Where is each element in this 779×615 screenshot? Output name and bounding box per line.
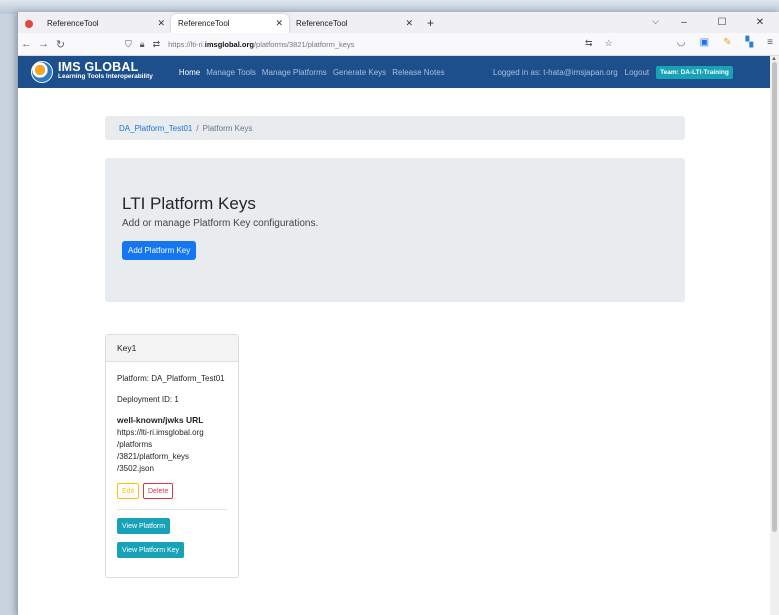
window-controls: – ☐ ✕ bbox=[665, 12, 779, 33]
tab-title: ReferenceTool bbox=[178, 19, 230, 28]
delete-button[interactable]: Delete bbox=[143, 483, 174, 499]
back-icon[interactable]: ← bbox=[18, 38, 35, 50]
nav-manage-platforms[interactable]: Manage Platforms bbox=[262, 68, 327, 77]
brush-extension-icon[interactable]: ✎ bbox=[723, 37, 731, 48]
site-logo[interactable]: IMS GLOBAL Learning Tools Interoperabili… bbox=[58, 60, 153, 81]
url-bar[interactable]: ⛉ 🔒︎ ⇄ https://lti-ri. imsglobal.org/plat… bbox=[125, 36, 595, 53]
pocket-icon[interactable]: ◡ bbox=[677, 37, 686, 48]
logged-in-text: Logged in as: t-hata@imsjapan.org bbox=[493, 67, 618, 77]
page-scrollbar[interactable]: ▲ bbox=[770, 56, 779, 615]
view-platform-button[interactable]: View Platform bbox=[117, 518, 171, 534]
url-actions: ⇆ ☆ bbox=[585, 38, 613, 49]
browser-tab-2-active[interactable]: ReferenceTool ✕ bbox=[171, 14, 289, 33]
logo-title: IMS GLOBAL bbox=[58, 60, 139, 74]
office-extension-icon[interactable]: ▚ bbox=[745, 37, 753, 48]
add-platform-key-button[interactable]: Add Platform Key bbox=[122, 241, 197, 260]
page-title: LTI Platform Keys bbox=[122, 194, 256, 213]
ims-logo-icon[interactable] bbox=[31, 61, 53, 83]
shield-icon[interactable]: ⛉ bbox=[125, 39, 132, 50]
browser-tab-1[interactable]: ReferenceTool ✕ bbox=[18, 14, 171, 33]
logo-subtitle: Learning Tools Interoperability bbox=[58, 73, 153, 80]
user-area: Logged in as: t-hata@imsjapan.org Logout… bbox=[493, 65, 733, 79]
edit-button[interactable]: Edit bbox=[117, 483, 140, 499]
jumbotron: LTI Platform Keys Add or manage Platform… bbox=[105, 158, 685, 302]
lock-icon[interactable]: 🔒︎ bbox=[140, 39, 145, 50]
jwks-url-line: /platforms bbox=[117, 440, 153, 449]
nav-manage-tools[interactable]: Manage Tools bbox=[206, 68, 256, 77]
browser-window: ReferenceTool ✕ ReferenceTool ✕ Referenc… bbox=[17, 12, 779, 615]
url-path: /platforms/3821/platform_keys bbox=[253, 39, 355, 49]
site-navbar: IMS GLOBAL Learning Tools Interoperabili… bbox=[18, 56, 779, 88]
translator-extension-icon[interactable]: ▣ bbox=[700, 37, 709, 48]
close-window-icon[interactable]: ✕ bbox=[741, 17, 779, 28]
tab-close-icon[interactable]: ✕ bbox=[275, 18, 283, 29]
tab-strip: ReferenceTool ✕ ReferenceTool ✕ Referenc… bbox=[18, 12, 779, 33]
breadcrumb-current: Platform Keys bbox=[202, 123, 253, 133]
scroll-thumb[interactable] bbox=[772, 62, 777, 532]
tab-title: ReferenceTool bbox=[296, 19, 348, 28]
card-divider bbox=[117, 509, 227, 510]
nav-generate-keys[interactable]: Generate Keys bbox=[333, 68, 386, 77]
browser-toolbar: ← → ↻ ⛉ 🔒︎ ⇄ https://lti-ri. imsglobal.or… bbox=[18, 33, 779, 56]
bookmark-star-icon[interactable]: ☆ bbox=[605, 38, 613, 49]
tab-title: ReferenceTool bbox=[47, 19, 99, 28]
maximize-icon[interactable]: ☐ bbox=[703, 17, 741, 28]
key-platform: Platform: DA_Platform_Test01 bbox=[117, 374, 225, 383]
list-tabs-icon[interactable]: ⌵ bbox=[652, 16, 659, 27]
favicon-icon bbox=[25, 19, 33, 28]
page-content: DA_Platform_Test01 / Platform Keys LTI P… bbox=[18, 88, 779, 608]
nav-home[interactable]: Home bbox=[179, 68, 200, 77]
url-prefix: https://lti-ri. bbox=[168, 39, 205, 49]
page-subtitle: Add or manage Platform Key configuration… bbox=[122, 218, 319, 229]
minimize-icon[interactable]: – bbox=[665, 17, 703, 28]
breadcrumb-separator: / bbox=[196, 123, 199, 133]
translate-icon[interactable]: ⇆ bbox=[585, 38, 593, 49]
url-domain: imsglobal.org bbox=[204, 39, 254, 49]
key-deployment-id: Deployment ID: 1 bbox=[117, 395, 179, 404]
jwks-url-title: well-known/jwks URL bbox=[117, 415, 204, 425]
team-badge: Team: DA-LTI-Training bbox=[656, 65, 733, 79]
breadcrumb: DA_Platform_Test01 / Platform Keys bbox=[105, 116, 685, 140]
jwks-url-line: /3821/platform_keys bbox=[117, 452, 190, 461]
view-platform-key-button[interactable]: View Platform Key bbox=[117, 542, 185, 558]
browser-tab-3[interactable]: ReferenceTool ✕ bbox=[289, 14, 421, 33]
menu-icon[interactable]: ≡ bbox=[767, 37, 773, 48]
site-nav-links: Home Manage Tools Manage Platforms Gener… bbox=[179, 68, 445, 77]
extensions-area: ◡ ▣ ✎ ▚ ≡ bbox=[677, 37, 773, 48]
permissions-icon[interactable]: ⇄ bbox=[153, 39, 161, 50]
logout-link[interactable]: Logout bbox=[625, 68, 649, 77]
key-card-header: Key1 bbox=[106, 335, 238, 362]
tab-close-icon[interactable]: ✕ bbox=[157, 18, 165, 29]
jwks-url: https://lti-ri.imsglobal.org /platforms … bbox=[117, 427, 204, 475]
nav-release-notes[interactable]: Release Notes bbox=[392, 68, 444, 77]
reload-icon[interactable]: ↻ bbox=[52, 38, 69, 51]
tab-close-icon[interactable]: ✕ bbox=[405, 18, 413, 29]
key-card: Key1 Platform: DA_Platform_Test01 Deploy… bbox=[105, 334, 239, 578]
new-tab-button[interactable]: + bbox=[427, 16, 434, 30]
jwks-url-line: https://lti-ri.imsglobal.org bbox=[117, 428, 204, 437]
breadcrumb-platform-link[interactable]: DA_Platform_Test01 bbox=[119, 124, 192, 133]
jwks-url-line: /3502.json bbox=[117, 464, 154, 473]
forward-icon[interactable]: → bbox=[35, 38, 52, 50]
